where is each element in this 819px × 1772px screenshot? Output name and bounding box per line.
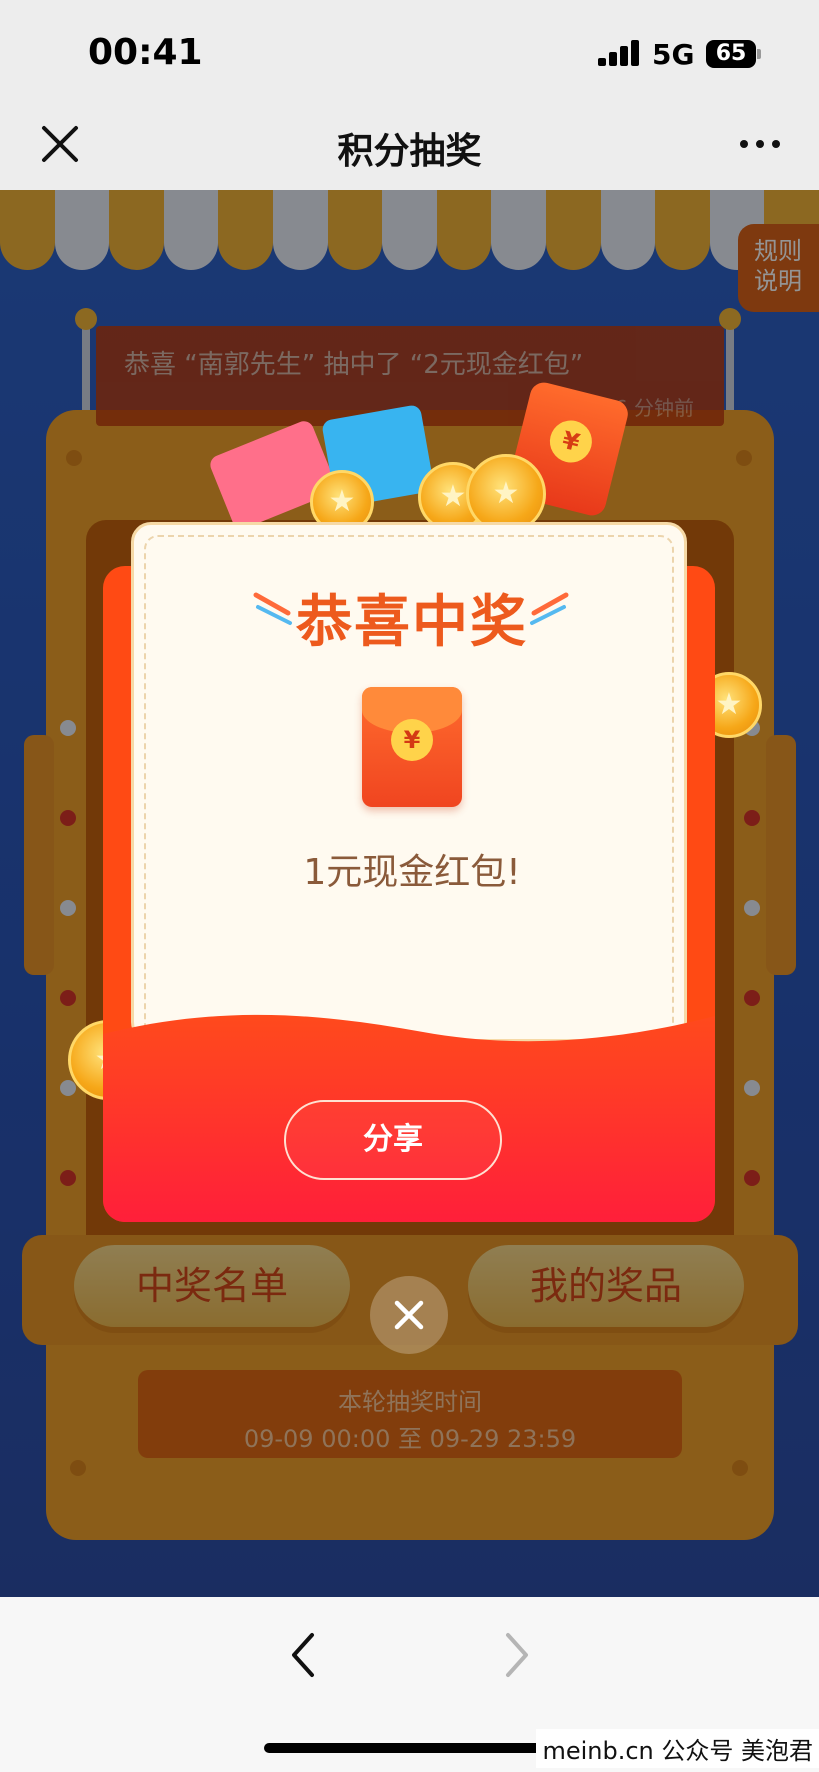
lottery-page: 规则 说明 恭喜 “南郭先生” 抽中了 “2元现金红包” 6 分钟前 中奖名单 …	[0, 190, 819, 1597]
nav-bar: 积分抽奖	[0, 100, 819, 190]
home-indicator	[264, 1743, 554, 1753]
sparkle-icon	[530, 592, 569, 625]
yen-icon: ¥	[545, 416, 597, 467]
red-envelope-icon: ¥	[362, 687, 462, 807]
status-time: 00:41	[88, 32, 203, 73]
network-label: 5G	[652, 38, 695, 71]
back-button[interactable]	[282, 1627, 326, 1683]
chevron-left-icon	[292, 1633, 314, 1677]
page-title: 积分抽奖	[337, 131, 482, 172]
close-icon	[394, 1300, 424, 1330]
watermark: meinb.cn 公众号 美泡君	[536, 1729, 819, 1768]
modal-title: 恭喜中奖	[296, 590, 528, 655]
prize-text: 1元现金红包!	[303, 852, 521, 893]
share-button[interactable]: 分享	[284, 1100, 502, 1180]
status-bar: 00:41 5G 65	[0, 0, 819, 100]
signal-icon	[598, 40, 642, 66]
prize-modal-card: 恭喜中奖 ¥ 1元现金红包!	[131, 522, 687, 1042]
modal-close-button[interactable]	[370, 1276, 448, 1354]
browser-toolbar: meinb.cn 公众号 美泡君	[0, 1597, 819, 1772]
chevron-right-icon	[506, 1633, 528, 1677]
forward-button[interactable]	[494, 1627, 538, 1683]
yen-icon: ¥	[391, 719, 433, 761]
more-icon[interactable]	[738, 122, 782, 166]
battery-tip	[757, 49, 761, 59]
battery-icon: 65	[706, 40, 756, 68]
